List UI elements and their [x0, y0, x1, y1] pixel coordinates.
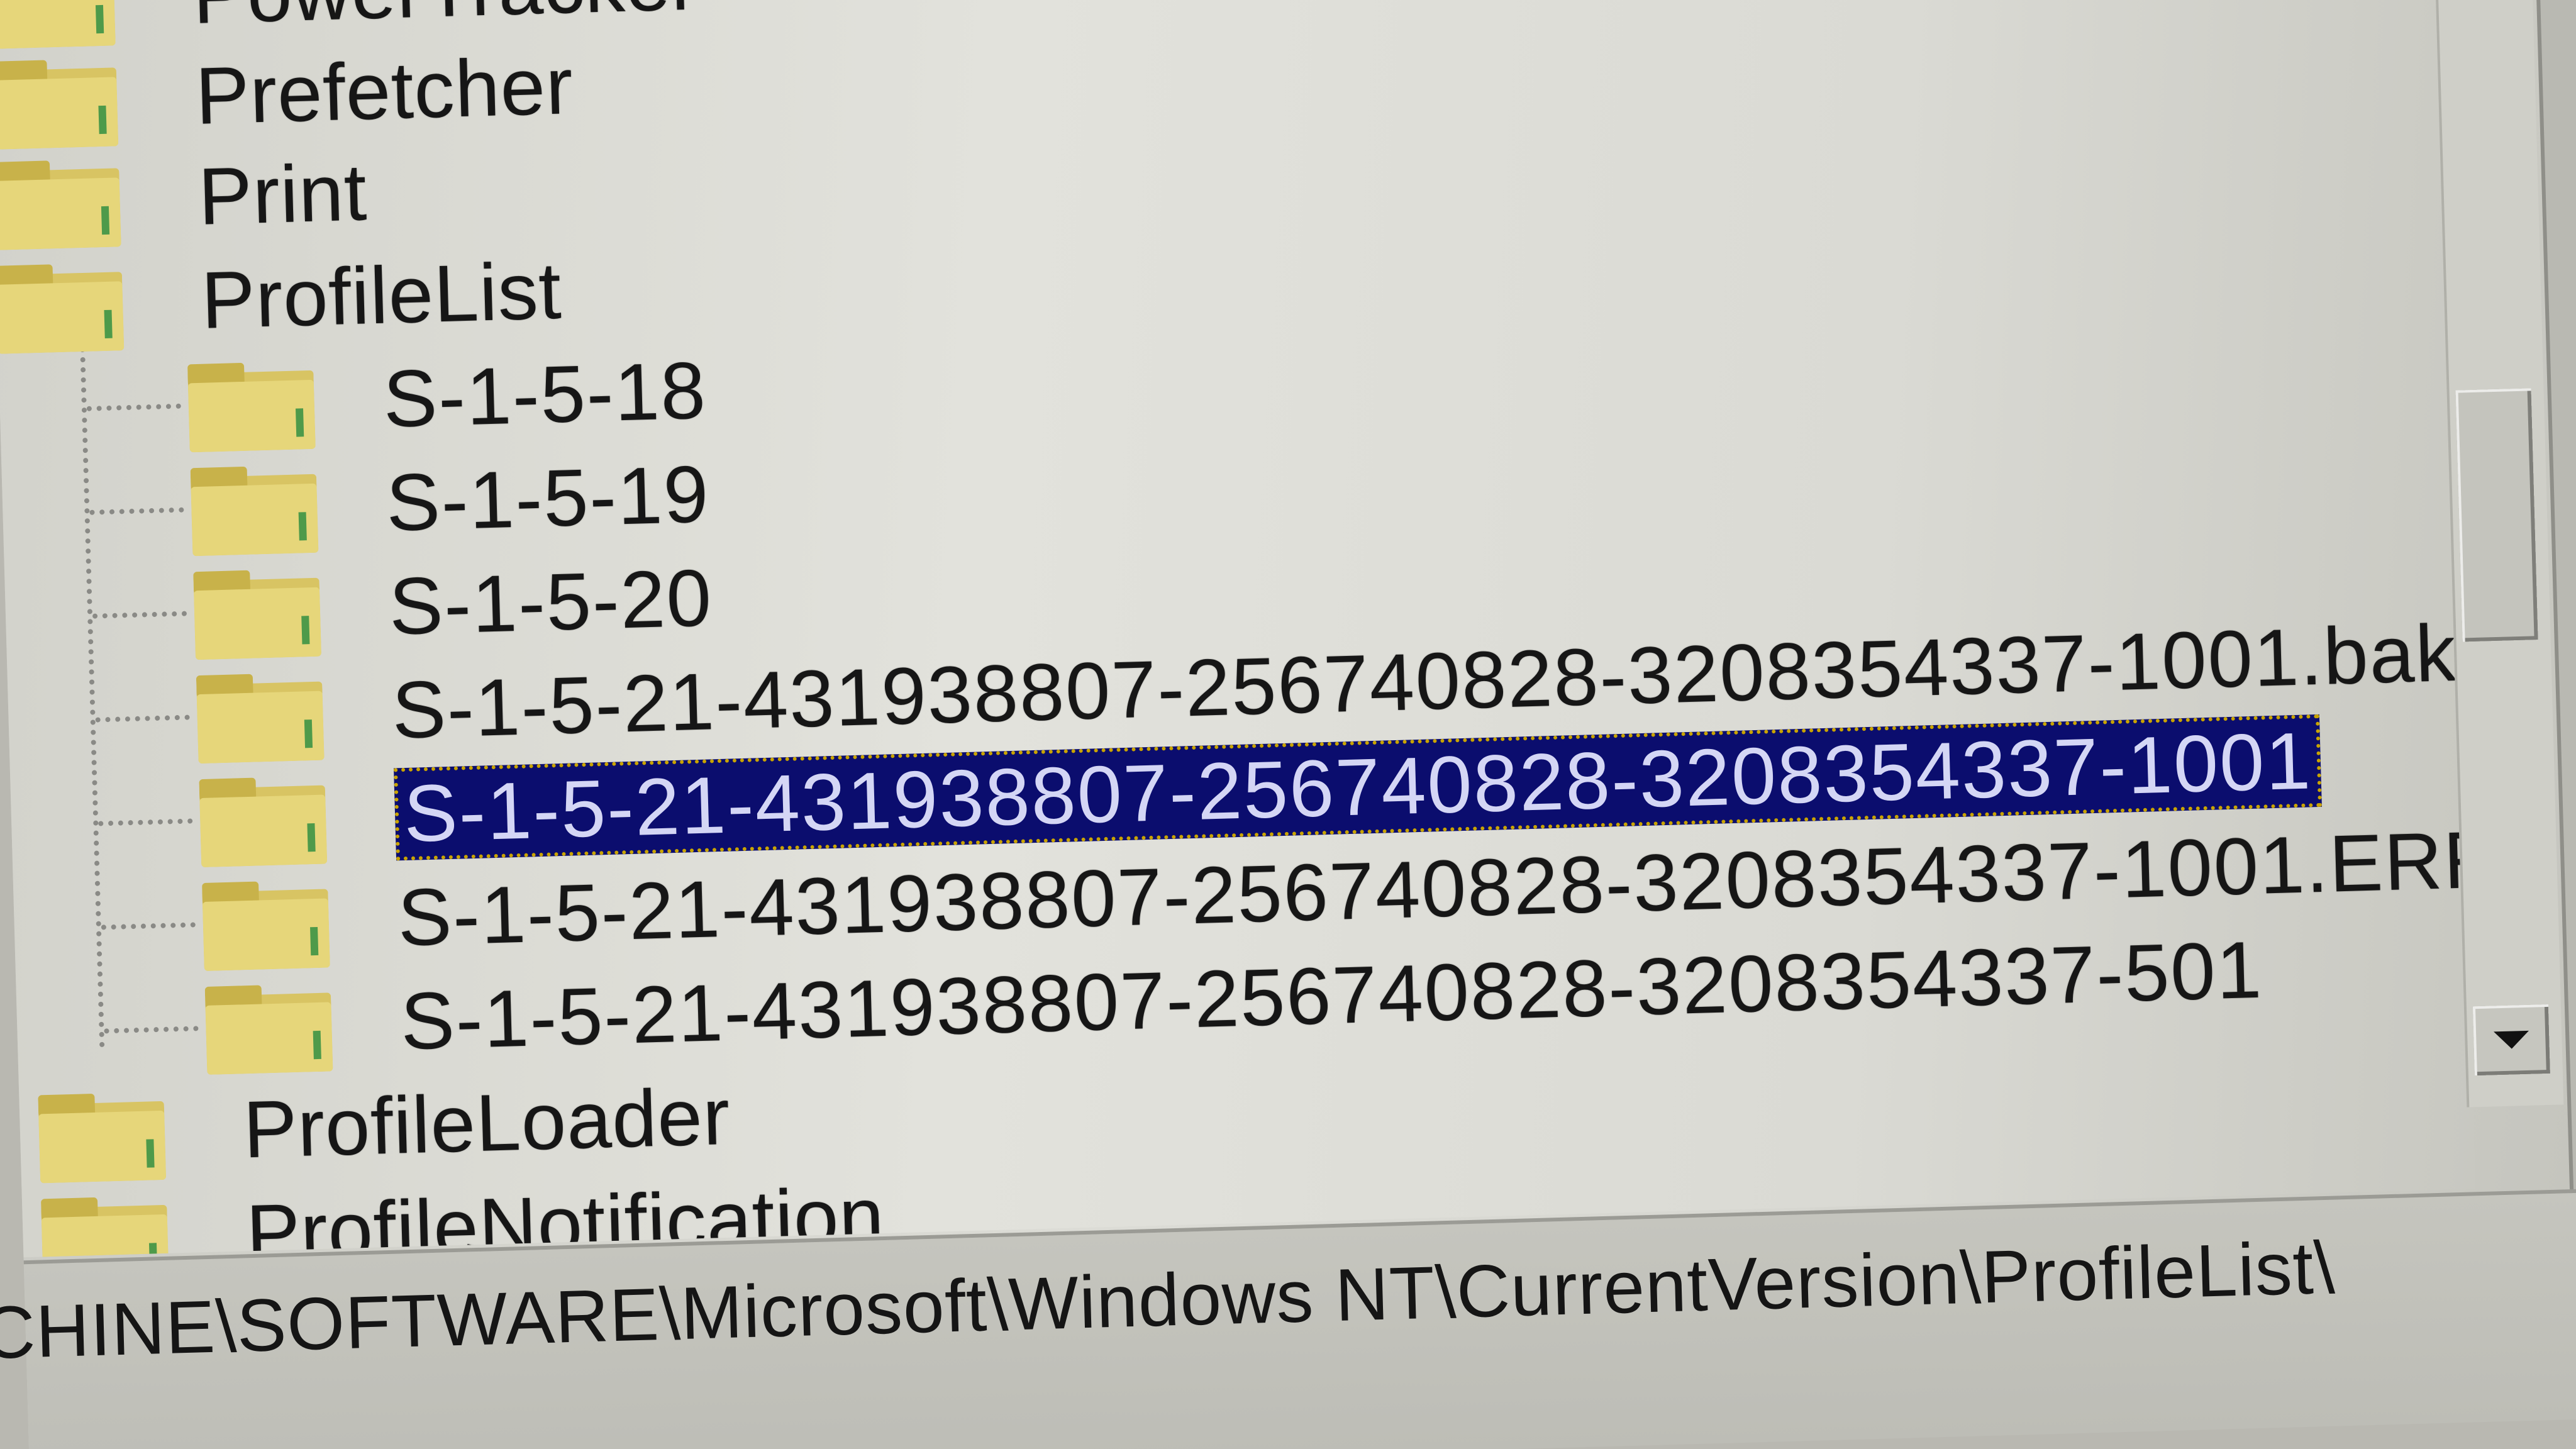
folder-icon	[193, 562, 321, 660]
regedit-window: PowerTracker Prefetcher Print	[0, 0, 2576, 1449]
tree-item-label: S-1-5-20	[387, 553, 714, 652]
folder-icon	[187, 354, 316, 452]
tree-item-s-1-5-19[interactable]: S-1-5-19	[190, 442, 711, 560]
tree-item-profileloader[interactable]: ProfileLoader	[38, 1065, 732, 1188]
photo-frame: PowerTracker Prefetcher Print	[0, 0, 2576, 1449]
tree-connector	[98, 818, 193, 826]
tree-item-label: S-1-5-19	[385, 449, 711, 548]
scrollbar-thumb[interactable]	[2455, 388, 2538, 642]
tree-item-profilelist[interactable]: ProfileList	[0, 239, 563, 358]
tree-item-prefetcher[interactable]: Prefetcher	[0, 34, 575, 154]
tree-connector	[79, 336, 105, 1048]
folder-icon	[0, 0, 116, 49]
tree-connector	[95, 714, 190, 723]
folder-icon	[204, 977, 333, 1075]
folder-icon	[199, 769, 328, 867]
tree-connector	[92, 611, 187, 619]
tree-item-label: PowerTracker	[192, 0, 700, 42]
tree-connector	[86, 403, 181, 411]
tree-item-s-1-5-18[interactable]: S-1-5-18	[187, 338, 708, 457]
tree-item-label: Print	[197, 147, 369, 242]
folder-icon	[41, 1189, 169, 1258]
tree-connector	[104, 1026, 199, 1034]
tree-item-label: S-1-5-18	[382, 345, 708, 445]
tree-item-label: ProfileLoader	[242, 1071, 732, 1175]
tree-connector	[89, 507, 184, 515]
registry-tree-pane: PowerTracker Prefetcher Print	[0, 0, 2475, 1258]
folder-icon	[190, 458, 319, 556]
folder-icon	[0, 152, 121, 250]
scroll-down-button[interactable]	[2472, 1004, 2550, 1076]
folder-icon	[38, 1085, 166, 1183]
tree-item-print[interactable]: Print	[0, 140, 369, 254]
tree-item-label: Prefetcher	[194, 41, 575, 142]
folder-icon	[0, 52, 119, 150]
folder-icon	[196, 665, 325, 763]
tree-item-label: ProfileList	[200, 245, 563, 346]
folder-icon	[0, 256, 125, 354]
tree-connector	[101, 922, 196, 930]
tree-item-s-1-5-20[interactable]: S-1-5-20	[193, 546, 714, 664]
chevron-down-icon	[2494, 1030, 2529, 1050]
folder-icon	[202, 873, 330, 971]
